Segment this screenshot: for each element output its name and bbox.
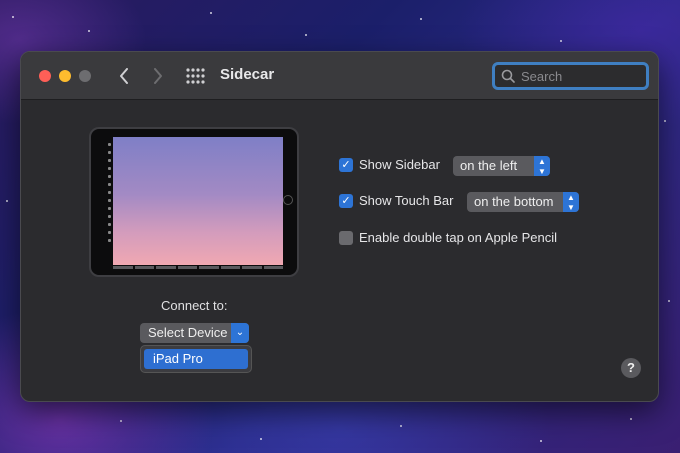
chevron-left-icon: [120, 68, 128, 84]
double-tap-label: Enable double tap on Apple Pencil: [359, 230, 558, 245]
double-tap-option[interactable]: Enable double tap on Apple Pencil: [339, 230, 557, 245]
dropdown-item-ipad-pro[interactable]: iPad Pro: [144, 349, 248, 369]
ipad-touchbar-indicator: [113, 265, 283, 271]
show-touch-bar-option[interactable]: ✓ Show Touch Bar: [339, 193, 453, 208]
background-star: [305, 34, 307, 36]
close-button[interactable]: [39, 70, 51, 82]
show-sidebar-checkbox[interactable]: ✓: [339, 157, 353, 172]
double-tap-checkbox[interactable]: [339, 230, 353, 245]
minimize-button[interactable]: [59, 70, 71, 82]
background-star: [630, 418, 632, 420]
show-all-button[interactable]: [185, 66, 207, 86]
ipad-screen: [113, 137, 283, 265]
forward-button[interactable]: [147, 64, 169, 88]
device-dropdown-menu: iPad Pro: [140, 345, 252, 373]
select-device-label: Select Device: [148, 325, 228, 340]
search-icon: [501, 69, 515, 83]
ipad-home-button: [283, 195, 293, 205]
show-sidebar-label: Show Sidebar: [359, 157, 440, 172]
sidebar-position-popup[interactable]: on the left ▲ ▼: [453, 156, 550, 176]
background-star: [12, 16, 14, 18]
select-device-popup[interactable]: Select Device ⌄: [140, 323, 249, 343]
titlebar: Sidecar: [21, 52, 658, 100]
updown-chevron-icon: ▲ ▼: [534, 156, 550, 176]
touch-bar-position-popup[interactable]: on the bottom ▲ ▼: [467, 192, 579, 212]
chevron-right-icon: [154, 68, 162, 84]
chevron-down-icon: ⌄: [231, 323, 249, 343]
back-button[interactable]: [113, 64, 135, 88]
background-star: [210, 12, 212, 14]
help-button[interactable]: ?: [621, 358, 641, 378]
background-star: [120, 420, 122, 422]
background-star: [668, 300, 670, 302]
grid-icon: [186, 68, 205, 84]
sidebar-position-value: on the left: [460, 158, 518, 173]
touch-bar-position-value: on the bottom: [474, 194, 554, 209]
window-title: Sidecar: [220, 66, 275, 83]
background-star: [260, 438, 262, 440]
ipad-preview: [89, 127, 299, 277]
show-touch-bar-label: Show Touch Bar: [359, 193, 454, 208]
show-touch-bar-checkbox[interactable]: ✓: [339, 193, 353, 208]
background-star: [400, 425, 402, 427]
ipad-sidebar-indicator: [108, 143, 111, 247]
background-star: [420, 18, 422, 20]
connect-to-label: Connect to:: [161, 298, 228, 313]
zoom-button[interactable]: [79, 70, 91, 82]
updown-chevron-icon: ▲ ▼: [563, 192, 579, 212]
background-star: [6, 200, 8, 202]
background-star: [88, 30, 90, 32]
background-star: [664, 120, 666, 122]
background-star: [540, 440, 542, 442]
background-star: [560, 40, 562, 42]
sidecar-window: Sidecar Connect to: Select Device ⌄ iPad…: [20, 51, 659, 402]
search-field[interactable]: [492, 62, 649, 90]
search-input[interactable]: [521, 68, 641, 84]
show-sidebar-option[interactable]: ✓ Show Sidebar: [339, 157, 440, 172]
